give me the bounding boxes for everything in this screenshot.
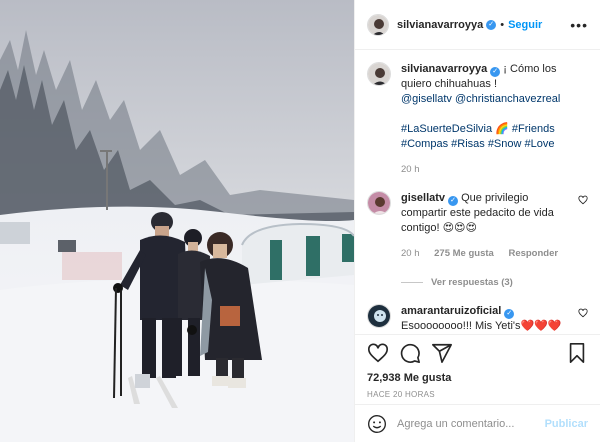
avatar-image [368, 305, 390, 327]
comment-text: Esoooooooo!!! Mis Yeti's❤️❤️❤️ [401, 320, 562, 332]
comment-body: gisellatv ✓ Que privilegio compartir este… [401, 191, 588, 261]
verified-icon: ✓ [504, 309, 515, 319]
verified-icon: ✓ [490, 67, 501, 77]
avatar-image [368, 14, 388, 35]
comment-body: amarantaruizoficial ✓ Esoooooooo!!! Mis Y… [401, 304, 588, 334]
post-header: silvianavarroyya ✓ • Seguir ••• [355, 0, 600, 50]
more-icon[interactable]: ••• [570, 17, 588, 33]
post-side-panel: silvianavarroyya ✓ • Seguir ••• silviana… [354, 0, 600, 442]
view-replies-button[interactable]: Ver respuestas (3) [401, 277, 588, 288]
caption-username[interactable]: silvianavarroyya [401, 63, 487, 75]
comment-icon[interactable] [399, 342, 421, 364]
comment-input[interactable] [397, 417, 545, 430]
emoji-icon[interactable] [367, 414, 387, 434]
comment-time[interactable]: 20 h [401, 248, 420, 259]
comment-username[interactable]: gisellatv [401, 192, 445, 204]
caption-time[interactable]: 20 h [401, 164, 420, 175]
reply-button[interactable]: Responder [508, 248, 558, 259]
author-username[interactable]: silvianavarroyya [397, 19, 483, 31]
follow-button[interactable]: Seguir [508, 19, 542, 31]
add-comment-bar: Publicar [355, 404, 600, 442]
share-icon[interactable] [431, 342, 453, 364]
publish-button[interactable]: Publicar [545, 418, 588, 430]
comment-row: gisellatv ✓ Que privilegio compartir este… [367, 191, 588, 261]
caption-body: silvianavarroyya ✓ ¡ Cómo los quiero chih… [401, 62, 588, 177]
replies-divider [401, 282, 423, 283]
caption-row: silvianavarroyya ✓ ¡ Cómo los quiero chih… [367, 62, 588, 177]
comments-list: silvianavarroyya ✓ ¡ Cómo los quiero chih… [355, 50, 600, 334]
caption-hashtags-1[interactable]: #LaSuerteDeSilvia 🌈 #Friends [401, 123, 555, 135]
separator-dot: • [500, 18, 505, 31]
verified-icon: ✓ [448, 196, 459, 206]
post-timestamp[interactable]: HACE 20 HORAS [355, 386, 600, 404]
post-photo[interactable] [0, 0, 354, 442]
avatar-image [368, 192, 390, 214]
likes-count[interactable]: 72,938 Me gusta [355, 370, 600, 386]
commenter-avatar[interactable] [367, 304, 391, 328]
caption-mentions[interactable]: @gisellatv @christianchavezreal [401, 93, 560, 105]
comment-likes[interactable]: 275 Me gusta [434, 248, 494, 259]
view-replies-label: Ver respuestas (3) [431, 277, 513, 288]
commenter-avatar[interactable] [367, 191, 391, 215]
author-avatar[interactable] [367, 13, 389, 36]
comment-username[interactable]: amarantaruizoficial [401, 305, 501, 317]
comment-heart-icon[interactable] [578, 195, 588, 205]
caption-hashtags-2[interactable]: #Compas #Risas #Snow #Love [401, 138, 554, 150]
instagram-post-view: silvianavarroyya ✓ • Seguir ••• silviana… [0, 0, 600, 442]
snow-scene-image [0, 0, 354, 442]
comment-meta: 20 h 275 Me gusta Responder [401, 246, 574, 261]
author-avatar[interactable] [367, 62, 391, 86]
bookmark-icon[interactable] [566, 342, 588, 364]
caption-meta: 20 h [401, 162, 574, 177]
avatar-image [368, 63, 390, 85]
post-actions [355, 334, 600, 370]
comment-heart-icon[interactable] [578, 308, 588, 318]
heart-icon[interactable] [367, 342, 389, 364]
verified-icon: ✓ [486, 19, 497, 30]
comment-row: amarantaruizoficial ✓ Esoooooooo!!! Mis Y… [367, 304, 588, 334]
